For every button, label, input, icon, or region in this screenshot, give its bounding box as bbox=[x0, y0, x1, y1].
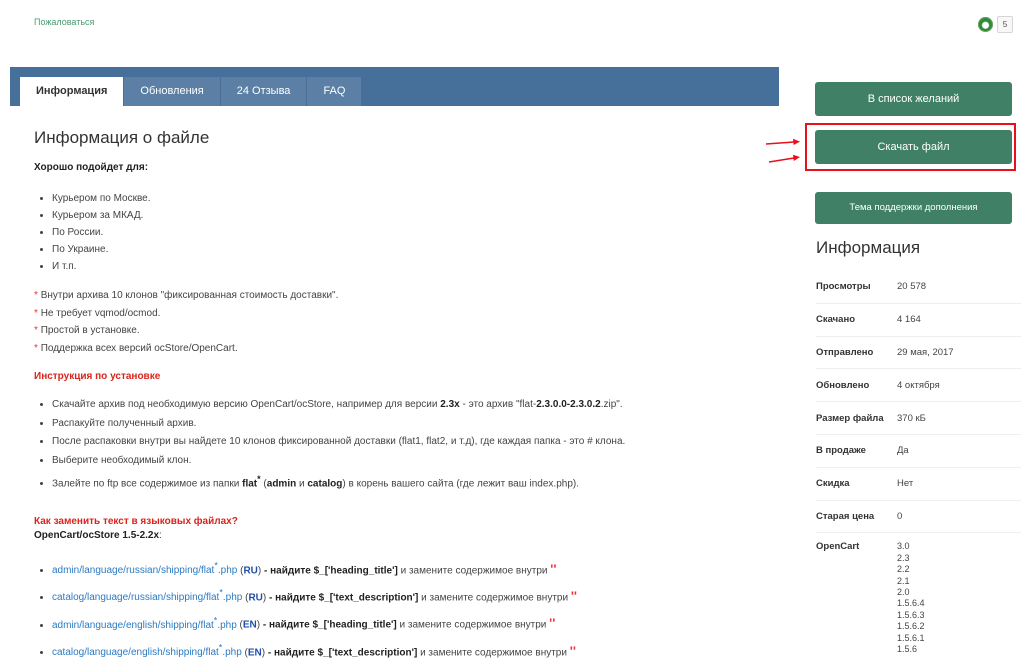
list-item: Курьером за МКАД. bbox=[52, 207, 774, 224]
info-row: Просмотры 20 578 bbox=[816, 271, 1021, 304]
version-item: 1.5.6.3 bbox=[897, 609, 925, 620]
version-item: 2.2 bbox=[897, 564, 910, 575]
info-row: В продаже Да bbox=[816, 435, 1021, 468]
download-highlight-box bbox=[805, 123, 1016, 171]
info-row: Обновлено 4 октября bbox=[816, 369, 1021, 403]
note-item: * Простой в установке. bbox=[34, 325, 140, 336]
add-to-wishlist-button[interactable]: В список желаний bbox=[815, 82, 1012, 116]
version-item: 3.0 bbox=[897, 541, 910, 552]
note-item: * Не требует vqmod/ocmod. bbox=[34, 307, 161, 319]
tab-faq[interactable]: FAQ bbox=[307, 77, 362, 106]
install-step: Распакуйте полученный архив. bbox=[52, 415, 774, 434]
info-row: Старая цена 0 bbox=[816, 501, 1021, 534]
notification-badge[interactable]: 5 bbox=[997, 16, 1013, 33]
howto-heading: Как заменить текст в языковых файлах? bbox=[34, 515, 238, 527]
info-panel-title: Информация bbox=[816, 238, 921, 257]
info-row: Скачано 4 164 bbox=[816, 304, 1021, 337]
language-files-list: admin/language/russian/shipping/flat*.ph… bbox=[34, 555, 774, 664]
lang-file-link[interactable]: admin/language/russian/shipping/flat*.ph… bbox=[52, 561, 237, 576]
lang-file-link[interactable]: catalog/language/russian/shipping/flat*.… bbox=[52, 588, 242, 603]
install-steps: Скачайте архив под необходимую версию Op… bbox=[34, 396, 774, 494]
install-step: Залейте по ftp все содержимое из папки f… bbox=[52, 470, 774, 494]
complain-link[interactable]: Пожаловаться bbox=[34, 17, 94, 27]
feature-notes: * Внутри архива 10 клонов "фиксированная… bbox=[34, 287, 774, 357]
version-item: 1.5.6.2 bbox=[897, 621, 925, 632]
install-heading: Инструкция по установке bbox=[34, 371, 161, 382]
good-for-heading: Хорошо подойдет для: bbox=[34, 162, 149, 173]
info-row: Скидка Нет bbox=[816, 468, 1021, 501]
info-row-versions: OpenCart 3.0 2.3 2.2 2.1 2.0 1.5.6.4 1.5.6.3 1.… bbox=[816, 541, 925, 655]
version-item: 1.5.6 bbox=[897, 644, 918, 655]
page-title: Информация о файле bbox=[34, 128, 210, 147]
install-step: Выберите необходимый клон. bbox=[52, 452, 774, 471]
tab-bar: Информация Обновления 24 Отзыва FAQ bbox=[10, 67, 779, 106]
version-item: 1.5.6.1 bbox=[897, 632, 925, 643]
list-item: И т.п. bbox=[52, 258, 774, 275]
red-arrows-icon bbox=[765, 138, 800, 163]
lang-file-item: admin/language/russian/shipping/flat*.ph… bbox=[52, 555, 774, 582]
lang-file-item: catalog/language/english/shipping/flat*.… bbox=[52, 637, 774, 664]
tab-reviews[interactable]: 24 Отзыва bbox=[220, 77, 307, 106]
user-menu[interactable]: 5 bbox=[978, 16, 1013, 33]
info-table: Просмотры 20 578 Скачано 4 164 Отправлено 2… bbox=[816, 271, 1021, 655]
file-info-content: Информация о файле Хорошо подойдет для: … bbox=[34, 128, 774, 664]
version-item: 2.3 bbox=[897, 552, 910, 563]
list-item: Курьером по Москве. bbox=[52, 190, 774, 207]
lang-file-item: catalog/language/russian/shipping/flat*.… bbox=[52, 582, 774, 609]
tab-updates[interactable]: Обновления bbox=[124, 77, 220, 106]
note-item: * Поддержка всех версий ocStore/OpenCart… bbox=[34, 342, 238, 354]
install-step: После распаковки внутри вы найдете 10 кл… bbox=[52, 433, 774, 452]
list-item: По Украине. bbox=[52, 241, 774, 258]
lang-file-link[interactable]: catalog/language/english/shipping/flat*.… bbox=[52, 643, 242, 658]
install-step: Скачайте архив под необходимую версию Op… bbox=[52, 396, 774, 415]
version-item: 2.1 bbox=[897, 575, 910, 586]
tab-info[interactable]: Информация bbox=[20, 77, 124, 106]
lang-file-link[interactable]: admin/language/english/shipping/flat*.ph… bbox=[52, 615, 237, 630]
note-item: * Внутри архива 10 клонов "фиксированная… bbox=[34, 290, 339, 301]
howto-subheading: OpenCart/ocStore 1.5-2.2x: bbox=[34, 529, 162, 541]
avatar[interactable] bbox=[978, 17, 993, 32]
version-item: 1.5.6.4 bbox=[897, 598, 925, 609]
info-row: Размер файла 370 кБ bbox=[816, 402, 1021, 435]
version-item: 2.0 bbox=[897, 587, 910, 597]
info-row: Отправлено 29 мая, 2017 bbox=[816, 337, 1021, 370]
list-item: По России. bbox=[52, 224, 774, 241]
good-for-list: Курьером по Москве. Курьером за МКАД. По… bbox=[34, 190, 774, 275]
lang-file-item: admin/language/english/shipping/flat*.ph… bbox=[52, 609, 774, 636]
opencart-versions-list: 3.0 2.3 2.2 2.1 2.0 1.5.6.4 1.5.6.3 1.5.6.2 1.5.… bbox=[897, 541, 925, 655]
support-thread-button[interactable]: Тема поддержки дополнения bbox=[815, 192, 1012, 224]
